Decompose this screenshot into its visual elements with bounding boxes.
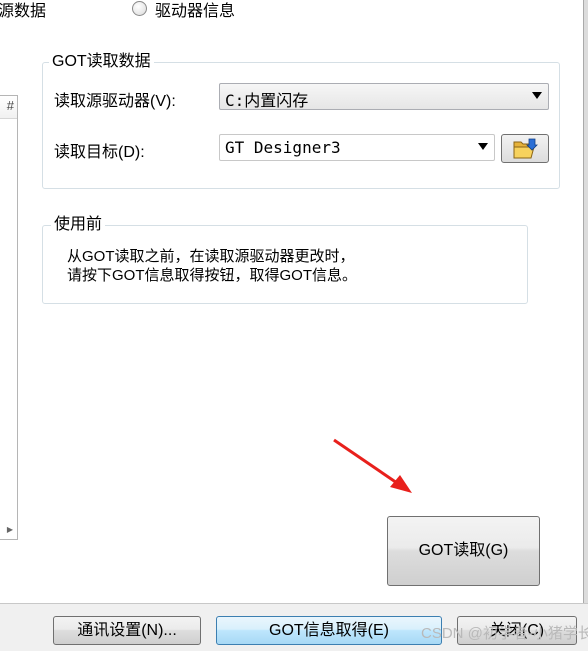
comm-settings-button-label: 通讯设置(N)... [77,622,177,639]
before-use-line-2: 请按下GOT信息取得按钮，取得GOT信息。 [67,267,357,284]
source-drive-select[interactable]: C:内置闪存 [219,83,549,110]
scroll-right-icon[interactable]: ▶ [7,525,13,534]
got-info-button[interactable]: GOT信息取得(E) [216,616,442,645]
before-use-line-1: 从GOT读取之前，在读取源驱动器更改时， [67,248,355,265]
list-header-glyph: # [6,98,14,113]
chevron-down-icon [532,92,542,99]
before-use-title: 使用前 [51,215,106,235]
chevron-down-icon [478,143,488,150]
target-value: GT Designer3 [225,138,341,157]
got-read-button[interactable]: GOT读取(G) [387,516,540,586]
source-drive-value: C:内置闪存 [225,91,309,110]
watermark: CSDN @初学者-小猪学长 [421,625,588,642]
window-right-edge [583,0,588,650]
got-read-data-group [42,62,560,189]
source-drive-label: 读取源驱动器(V): [54,93,176,110]
target-select[interactable]: GT Designer3 [219,134,495,161]
drive-info-radio-label[interactable]: 驱动器信息 [155,0,235,21]
list-header: # [0,96,17,119]
target-label: 读取目标(D): [54,144,145,161]
drive-info-radio[interactable] [132,1,147,16]
comm-settings-button[interactable]: 通讯设置(N)... [53,616,201,645]
browse-button[interactable] [501,134,549,163]
left-list-panel[interactable]: # ▶ [0,95,18,540]
got-read-button-label: GOT读取(G) [418,542,509,559]
got-read-data-title: GOT读取数据 [49,52,154,72]
folder-open-icon [513,138,538,159]
got-info-button-label: GOT信息取得(E) [269,622,389,639]
source-data-radio-label[interactable]: 源数据 [0,0,46,21]
annotation-arrow-icon [333,438,412,493]
